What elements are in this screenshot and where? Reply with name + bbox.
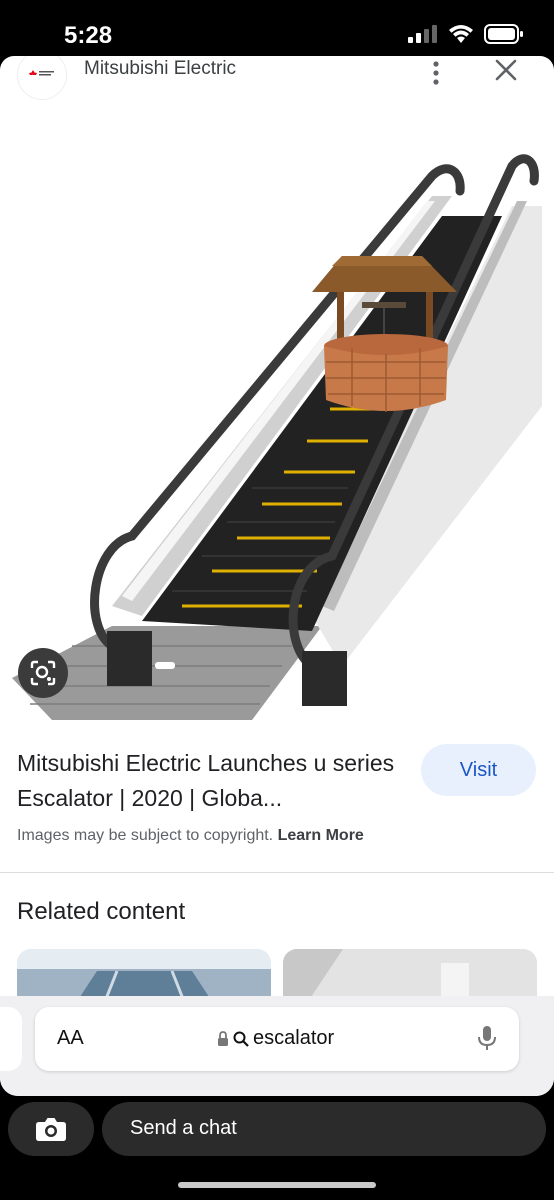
signal-icon: [408, 25, 437, 43]
reader-settings-button[interactable]: AA: [57, 1027, 84, 1050]
source-name[interactable]: Mitsubishi Electric: [84, 58, 236, 80]
result-title[interactable]: Mitsubishi Electric Launches u series Es…: [17, 746, 407, 816]
learn-more-link[interactable]: Learn More: [278, 827, 364, 844]
copyright-notice: Images may be subject to copyright. Lear…: [17, 827, 364, 845]
lens-search-button[interactable]: [18, 648, 68, 698]
home-indicator[interactable]: [178, 1182, 376, 1188]
wifi-icon: [449, 25, 473, 43]
image-result-card: Mitsubishi Electric Mitsubishi Electric …: [0, 56, 554, 1096]
status-bar: 5:28: [0, 0, 554, 56]
url-field[interactable]: escalator: [217, 1027, 334, 1050]
status-icons: [408, 24, 524, 44]
chat-placeholder: Send a chat: [130, 1117, 237, 1139]
chat-input[interactable]: Send a chat: [102, 1102, 546, 1156]
address-bar[interactable]: AA escalator: [35, 1007, 519, 1071]
previous-tab-edge[interactable]: [0, 1007, 22, 1071]
url-text: escalator: [253, 1027, 335, 1049]
camera-button[interactable]: [8, 1102, 94, 1156]
lens-icon: [30, 660, 56, 686]
lock-icon: [218, 1031, 228, 1046]
copyright-text: Images may be subject to copyright.: [17, 827, 274, 844]
escalator-image: [12, 154, 542, 720]
camera-icon: [36, 1118, 66, 1141]
chat-bar: Send a chat: [0, 1096, 554, 1200]
more-options-icon[interactable]: [428, 60, 444, 86]
site-favicon[interactable]: [17, 56, 67, 100]
result-header: Mitsubishi Electric: [0, 56, 554, 106]
related-heading: Related content: [17, 898, 186, 925]
mitsubishi-logo-icon: [29, 70, 54, 76]
result-image[interactable]: [12, 106, 542, 720]
close-icon[interactable]: [494, 58, 518, 82]
search-icon: [233, 1031, 249, 1047]
clock: 5:28: [64, 22, 113, 49]
battery-icon: [484, 24, 523, 44]
microphone-icon[interactable]: [477, 1024, 497, 1052]
visit-button[interactable]: Visit: [421, 744, 536, 796]
divider: [0, 872, 554, 873]
